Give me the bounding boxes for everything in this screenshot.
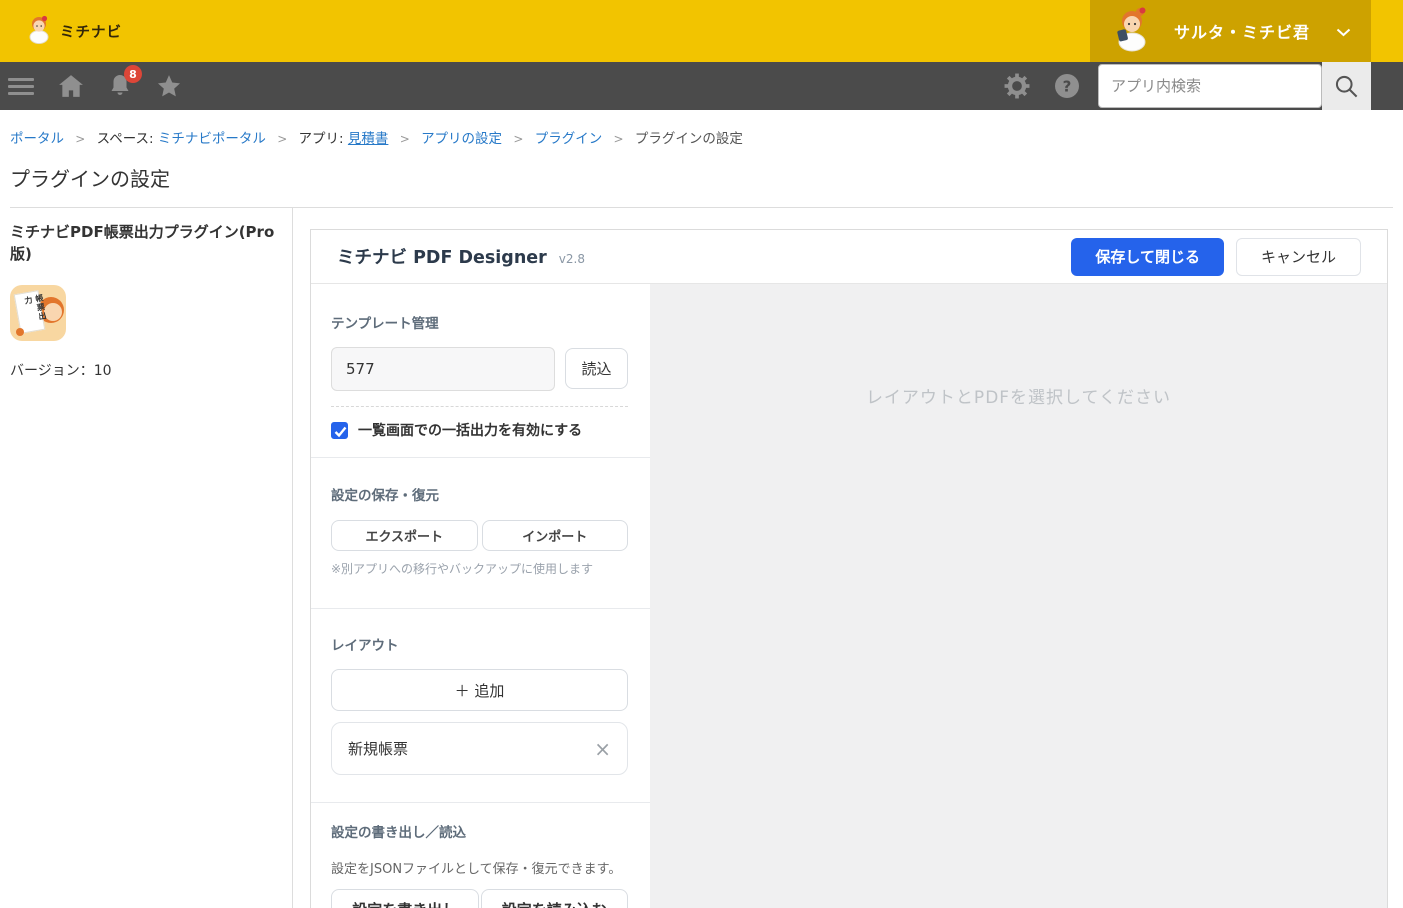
panel-title: ミチナビ PDF Designer — [337, 248, 547, 268]
notification-badge: 8 — [124, 65, 142, 83]
breadcrumb-space-prefix: スペース: — [96, 131, 154, 147]
search-icon — [1335, 75, 1358, 97]
backup-note: ※別アプリへの移行やバックアップに使用します — [331, 562, 594, 576]
section-layout: レイアウト ＋ 追加 新規帳票 × — [311, 609, 650, 803]
breadcrumb-current: プラグインの設定 — [634, 131, 743, 147]
json-section-label: 設定の書き出し／読込 — [331, 825, 466, 841]
logo-text: ミチナビ — [60, 24, 122, 41]
home-icon[interactable] — [58, 74, 84, 98]
backup-section-label: 設定の保存・復元 — [331, 488, 439, 504]
preview-placeholder: レイアウトとPDFを選択してください — [865, 388, 1172, 408]
breadcrumb-portal[interactable]: ポータル — [10, 131, 64, 147]
hamburger-menu-icon[interactable] — [8, 74, 34, 99]
breadcrumb-app-settings[interactable]: アプリの設定 — [421, 131, 502, 147]
breadcrumb-space[interactable]: ミチナビポータル — [158, 131, 266, 147]
user-menu[interactable]: サルタ・ミチビ君 — [1090, 0, 1371, 62]
breadcrumb-app[interactable]: 見積書 — [348, 131, 389, 147]
bulk-output-checkbox-row[interactable]: 一覧画面での一括出力を有効にする — [331, 420, 628, 440]
app-logo[interactable]: ミチナビ — [26, 0, 122, 62]
panel-header: ミチナビ PDF Designer v2.8 保存して閉じる キャンセル — [311, 230, 1387, 284]
json-export-button[interactable]: 設定を書き出し — [331, 889, 479, 908]
main-toolbar: 8 ? — [0, 62, 1403, 110]
breadcrumb-plugins[interactable]: プラグイン — [535, 131, 603, 147]
section-template-management: テンプレート管理 読込 一覧画面での一括出力を有効にする — [311, 284, 650, 458]
json-description: 設定をJSONファイルとして保存・復元できます。 — [331, 862, 622, 877]
search-button[interactable] — [1322, 62, 1371, 110]
plugin-sidebar: ミチナビPDF帳票出力プラグイン(Pro版) 帳票出力 バージョン：10 — [0, 208, 293, 908]
page-title: プラグインの設定 — [10, 167, 170, 191]
bulk-output-checkbox-label: 一覧画面での一括出力を有効にする — [358, 423, 583, 439]
cancel-button[interactable]: キャンセル — [1235, 237, 1361, 276]
preview-area: レイアウトとPDFを選択してください — [650, 284, 1387, 908]
panel-version: v2.8 — [558, 251, 585, 266]
add-layout-button[interactable]: ＋ 追加 — [331, 669, 628, 711]
section-json-export: 設定の書き出し／読込 設定をJSONファイルとして保存・復元できます。 設定を書… — [311, 803, 650, 908]
chevron-down-icon — [1336, 22, 1351, 41]
breadcrumb: ポータル > スペース: ミチナビポータル > アプリ: 見積書 > アプリの設… — [10, 131, 743, 147]
bulk-output-checkbox[interactable] — [331, 421, 348, 439]
template-id-input[interactable] — [331, 347, 555, 391]
svg-text:?: ? — [1063, 78, 1072, 96]
plugin-icon: 帳票出力 — [10, 284, 66, 341]
export-button[interactable]: エクスポート — [331, 520, 478, 551]
dashed-divider — [331, 406, 628, 407]
json-import-button[interactable]: 設定を読み込む — [480, 889, 628, 908]
settings-gear-icon[interactable] — [1004, 73, 1030, 99]
close-icon[interactable]: × — [594, 739, 611, 759]
load-template-button[interactable]: 読込 — [565, 348, 628, 389]
layout-section-label: レイアウト — [331, 638, 399, 654]
layout-list-item[interactable]: 新規帳票 × — [331, 722, 628, 775]
plugin-version: バージョン：10 — [10, 362, 112, 379]
layout-item-name: 新規帳票 — [348, 740, 409, 758]
template-section-label: テンプレート管理 — [331, 316, 439, 332]
top-bar: ミチナビ サルタ・ミチビ君 — [0, 0, 1403, 62]
favorites-star-icon[interactable] — [156, 74, 182, 99]
settings-column: テンプレート管理 読込 一覧画面での一括出力を有効にする — [311, 284, 650, 908]
breadcrumb-app-prefix: アプリ: — [298, 131, 344, 147]
user-avatar — [1112, 6, 1152, 56]
user-name: サルタ・ミチビ君 — [1174, 23, 1311, 42]
save-and-close-button[interactable]: 保存して閉じる — [1071, 237, 1224, 276]
section-save-restore: 設定の保存・復元 エクスポート インポート ※別アプリへの移行やバックアップに使… — [311, 458, 650, 609]
plugin-settings-panel: ミチナビ PDF Designer v2.8 保存して閉じる キャンセル テンプ… — [310, 229, 1388, 908]
import-button[interactable]: インポート — [481, 520, 628, 551]
help-icon[interactable]: ? — [1054, 73, 1080, 99]
mascot-logo-icon — [26, 14, 52, 48]
search-input[interactable] — [1098, 64, 1322, 108]
plugin-name: ミチナビPDF帳票出力プラグイン(Pro版) — [10, 223, 275, 263]
notifications-bell-icon[interactable]: 8 — [108, 65, 142, 99]
